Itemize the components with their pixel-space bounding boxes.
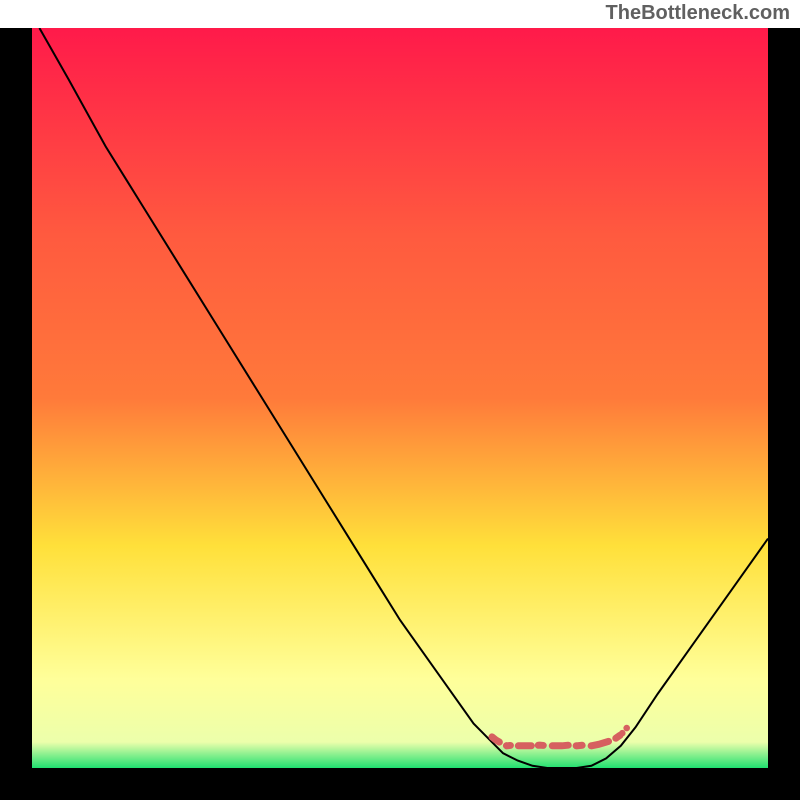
bottleneck-chart [0,0,800,800]
watermark-text: TheBottleneck.com [606,2,790,25]
chart-container: TheBottleneck.com [0,0,800,800]
optimal-range-dot [619,730,626,737]
optimal-range-dot [623,725,630,732]
